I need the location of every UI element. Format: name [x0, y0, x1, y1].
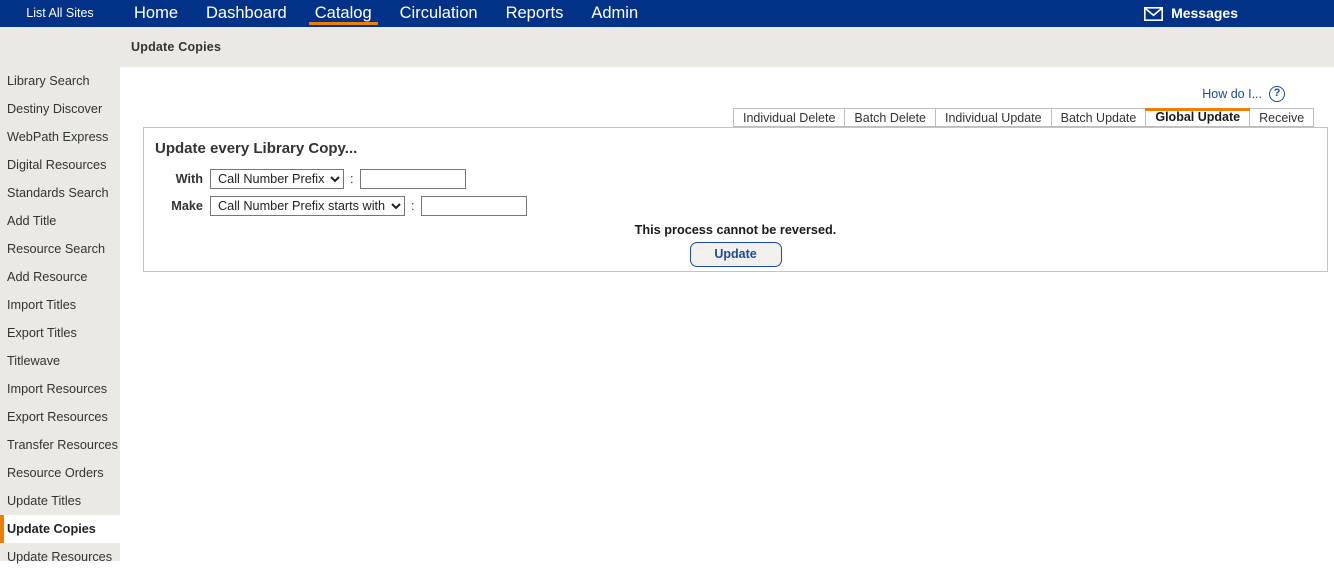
update-button[interactable]: Update	[689, 242, 782, 267]
sidebar-item-add-title[interactable]: Add Title	[0, 207, 120, 235]
messages-link[interactable]: Messages	[1144, 0, 1238, 27]
with-colon: :	[350, 172, 354, 186]
sidebar-item-resource-search[interactable]: Resource Search	[0, 235, 120, 263]
sidebar-item-update-copies[interactable]: Update Copies	[0, 515, 120, 543]
nav-item-dashboard[interactable]: Dashboard	[192, 0, 301, 27]
sidebar-item-export-resources[interactable]: Export Resources	[0, 403, 120, 431]
tab-global-update[interactable]: Global Update	[1145, 108, 1250, 127]
irreversible-warning-text: This process cannot be reversed.	[634, 223, 837, 237]
main-menu: Home Dashboard Catalog Circulation Repor…	[120, 0, 652, 27]
make-label: Make	[171, 199, 203, 213]
nav-item-home[interactable]: Home	[120, 0, 192, 27]
tab-individual-delete[interactable]: Individual Delete	[733, 108, 845, 127]
make-criteria-row: Make Call Number Prefix starts with :	[166, 196, 527, 216]
sidebar-item-titlewave[interactable]: Titlewave	[0, 347, 120, 375]
sidebar-item-standards-search[interactable]: Standards Search	[0, 179, 120, 207]
make-field-select[interactable]: Call Number Prefix starts with	[210, 196, 405, 216]
sidebar-item-export-titles[interactable]: Export Titles	[0, 319, 120, 347]
tab-receive[interactable]: Receive	[1249, 108, 1315, 127]
sidebar-item-digital-resources[interactable]: Digital Resources	[0, 151, 120, 179]
make-value-input[interactable]	[420, 196, 527, 216]
sidebar-navigation: Library Search Destiny Discover WebPath …	[0, 67, 120, 564]
sidebar-item-resource-orders[interactable]: Resource Orders	[0, 459, 120, 487]
top-navigation-bar: List All Sites Home Dashboard Catalog Ci…	[0, 0, 1334, 27]
nav-item-catalog[interactable]: Catalog	[301, 0, 386, 27]
make-colon: :	[411, 199, 415, 213]
with-field-select[interactable]: Call Number Prefix	[210, 169, 344, 189]
messages-label: Messages	[1171, 5, 1238, 21]
breadcrumb-strip: Update Copies	[0, 27, 1334, 67]
breadcrumb: Update Copies	[131, 40, 222, 54]
how-do-i-label: How do I...	[1202, 87, 1262, 101]
sidebar-item-import-titles[interactable]: Import Titles	[0, 291, 120, 319]
sidebar-item-transfer-resources[interactable]: Transfer Resources	[0, 431, 120, 459]
tab-individual-update[interactable]: Individual Update	[935, 108, 1051, 127]
how-do-i-help-link[interactable]: How do I... ?	[1202, 86, 1285, 102]
tab-bar: Individual Delete Batch Delete Individua…	[733, 108, 1315, 127]
envelope-icon	[1144, 6, 1164, 21]
sidebar-item-update-titles[interactable]: Update Titles	[0, 487, 120, 515]
tab-batch-delete[interactable]: Batch Delete	[844, 108, 935, 127]
sidebar-item-library-search[interactable]: Library Search	[0, 67, 120, 95]
sidebar-item-webpath-express[interactable]: WebPath Express	[0, 123, 120, 151]
sidebar-item-destiny-discover[interactable]: Destiny Discover	[0, 95, 120, 123]
with-criteria-row: With Call Number Prefix :	[166, 169, 466, 189]
main-content-area: How do I... ? Individual Delete Batch De…	[120, 67, 1334, 561]
nav-item-admin[interactable]: Admin	[577, 0, 652, 27]
question-mark-circle-icon[interactable]: ?	[1269, 86, 1285, 102]
nav-item-reports[interactable]: Reports	[492, 0, 578, 27]
with-value-input[interactable]	[359, 169, 466, 189]
tab-batch-update[interactable]: Batch Update	[1050, 108, 1146, 127]
global-update-panel: Update every Library Copy... With Call N…	[143, 127, 1328, 272]
list-all-sites-button[interactable]: List All Sites	[0, 0, 120, 27]
with-label: With	[175, 172, 203, 186]
sidebar-item-add-resource[interactable]: Add Resource	[0, 263, 120, 291]
sidebar-item-update-resources[interactable]: Update Resources	[0, 543, 120, 571]
nav-item-circulation[interactable]: Circulation	[386, 0, 492, 27]
sidebar-item-import-resources[interactable]: Import Resources	[0, 375, 120, 403]
update-button-container: Update	[144, 242, 1327, 267]
panel-title: Update every Library Copy...	[155, 140, 358, 157]
